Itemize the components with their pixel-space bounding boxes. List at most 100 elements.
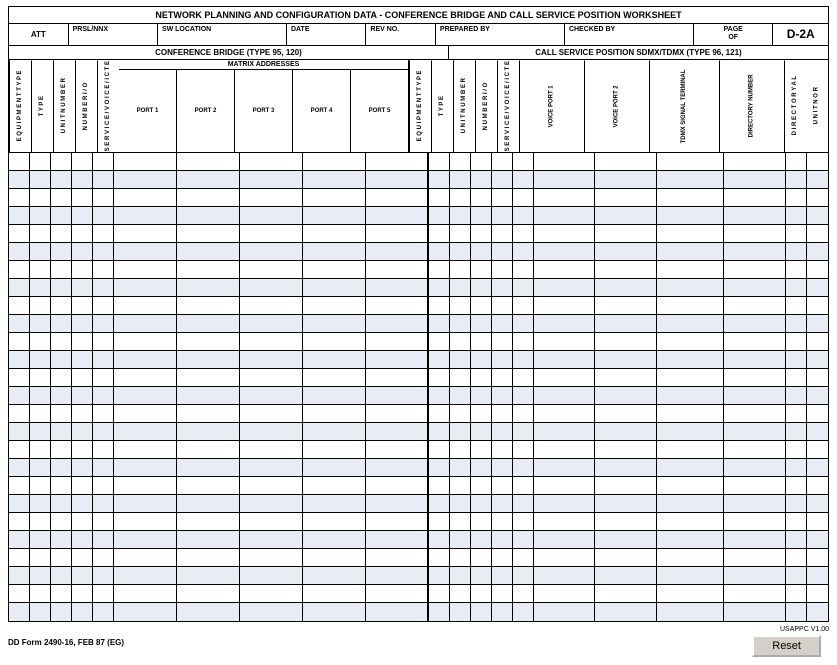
cell [303,243,366,260]
cell [177,153,240,170]
cell [450,405,471,422]
cell [93,189,114,206]
cell [93,315,114,332]
cell [51,171,72,188]
cell [177,423,240,440]
table-row [9,441,828,459]
cell [240,459,303,476]
cell [724,441,786,458]
cell [807,459,828,476]
cell [534,549,596,566]
cell [450,171,471,188]
col-voice2: VOICE PORT 2 [584,60,649,152]
cell [366,405,429,422]
cell [429,297,450,314]
cell [786,405,807,422]
cell [51,333,72,350]
cell [786,495,807,512]
cell [51,261,72,278]
cell [450,261,471,278]
cell [471,405,492,422]
cell [30,423,51,440]
cell [786,315,807,332]
cell [534,171,596,188]
cell [786,531,807,548]
cell [114,189,177,206]
cell [471,189,492,206]
cell [471,603,492,621]
cell [513,477,534,494]
cell [114,513,177,530]
cell [114,423,177,440]
table-row [9,243,828,261]
cell [534,423,596,440]
table-row [9,459,828,477]
cell [30,153,51,170]
cell [595,459,657,476]
cell [471,423,492,440]
cell [9,243,30,260]
cell [513,441,534,458]
cell [595,387,657,404]
cell [450,333,471,350]
cell [450,459,471,476]
cell [786,171,807,188]
col-num-right: N U M B E R I / O [475,60,497,152]
col-voice1: VOICE PORT 1 [519,60,584,152]
cell [30,243,51,260]
cell [513,531,534,548]
cell [240,441,303,458]
col-tdmx: TDMX SIGNAL TERMINAL [649,60,719,152]
cell [177,207,240,224]
cell [513,567,534,584]
cell [471,549,492,566]
cell [30,441,51,458]
cell [786,225,807,242]
cell [429,513,450,530]
cell [534,603,596,621]
cell [303,225,366,242]
worksheet-page: NETWORK PLANNING AND CONFIGURATION DATA … [0,0,837,665]
cell [595,495,657,512]
cell [72,297,93,314]
cell [366,171,429,188]
cell [9,369,30,386]
cell [534,441,596,458]
cell [595,171,657,188]
cell [72,567,93,584]
cell [93,261,114,278]
cell [492,153,513,170]
cell [51,369,72,386]
cell [177,585,240,602]
cell [303,549,366,566]
cell [30,603,51,621]
cell [450,477,471,494]
cell [114,603,177,621]
cell [595,189,657,206]
cell [513,243,534,260]
cell [786,549,807,566]
cell [240,243,303,260]
cell [492,261,513,278]
cell [450,369,471,386]
cell [595,243,657,260]
cell [492,225,513,242]
right-col-group: E Q U I P M E N T T Y P E T Y P E U N I … [409,60,828,152]
cell [177,225,240,242]
cell [177,333,240,350]
date-cell: DATE [287,24,366,45]
cell [786,243,807,260]
cell [72,531,93,548]
cell [9,261,30,278]
cell [9,459,30,476]
cell [177,261,240,278]
cell [303,423,366,440]
cell [93,423,114,440]
cell [595,351,657,368]
cell [51,315,72,332]
cell [429,441,450,458]
cell [114,261,177,278]
att-cell: ATT [9,24,69,45]
cell [513,423,534,440]
cell [72,423,93,440]
